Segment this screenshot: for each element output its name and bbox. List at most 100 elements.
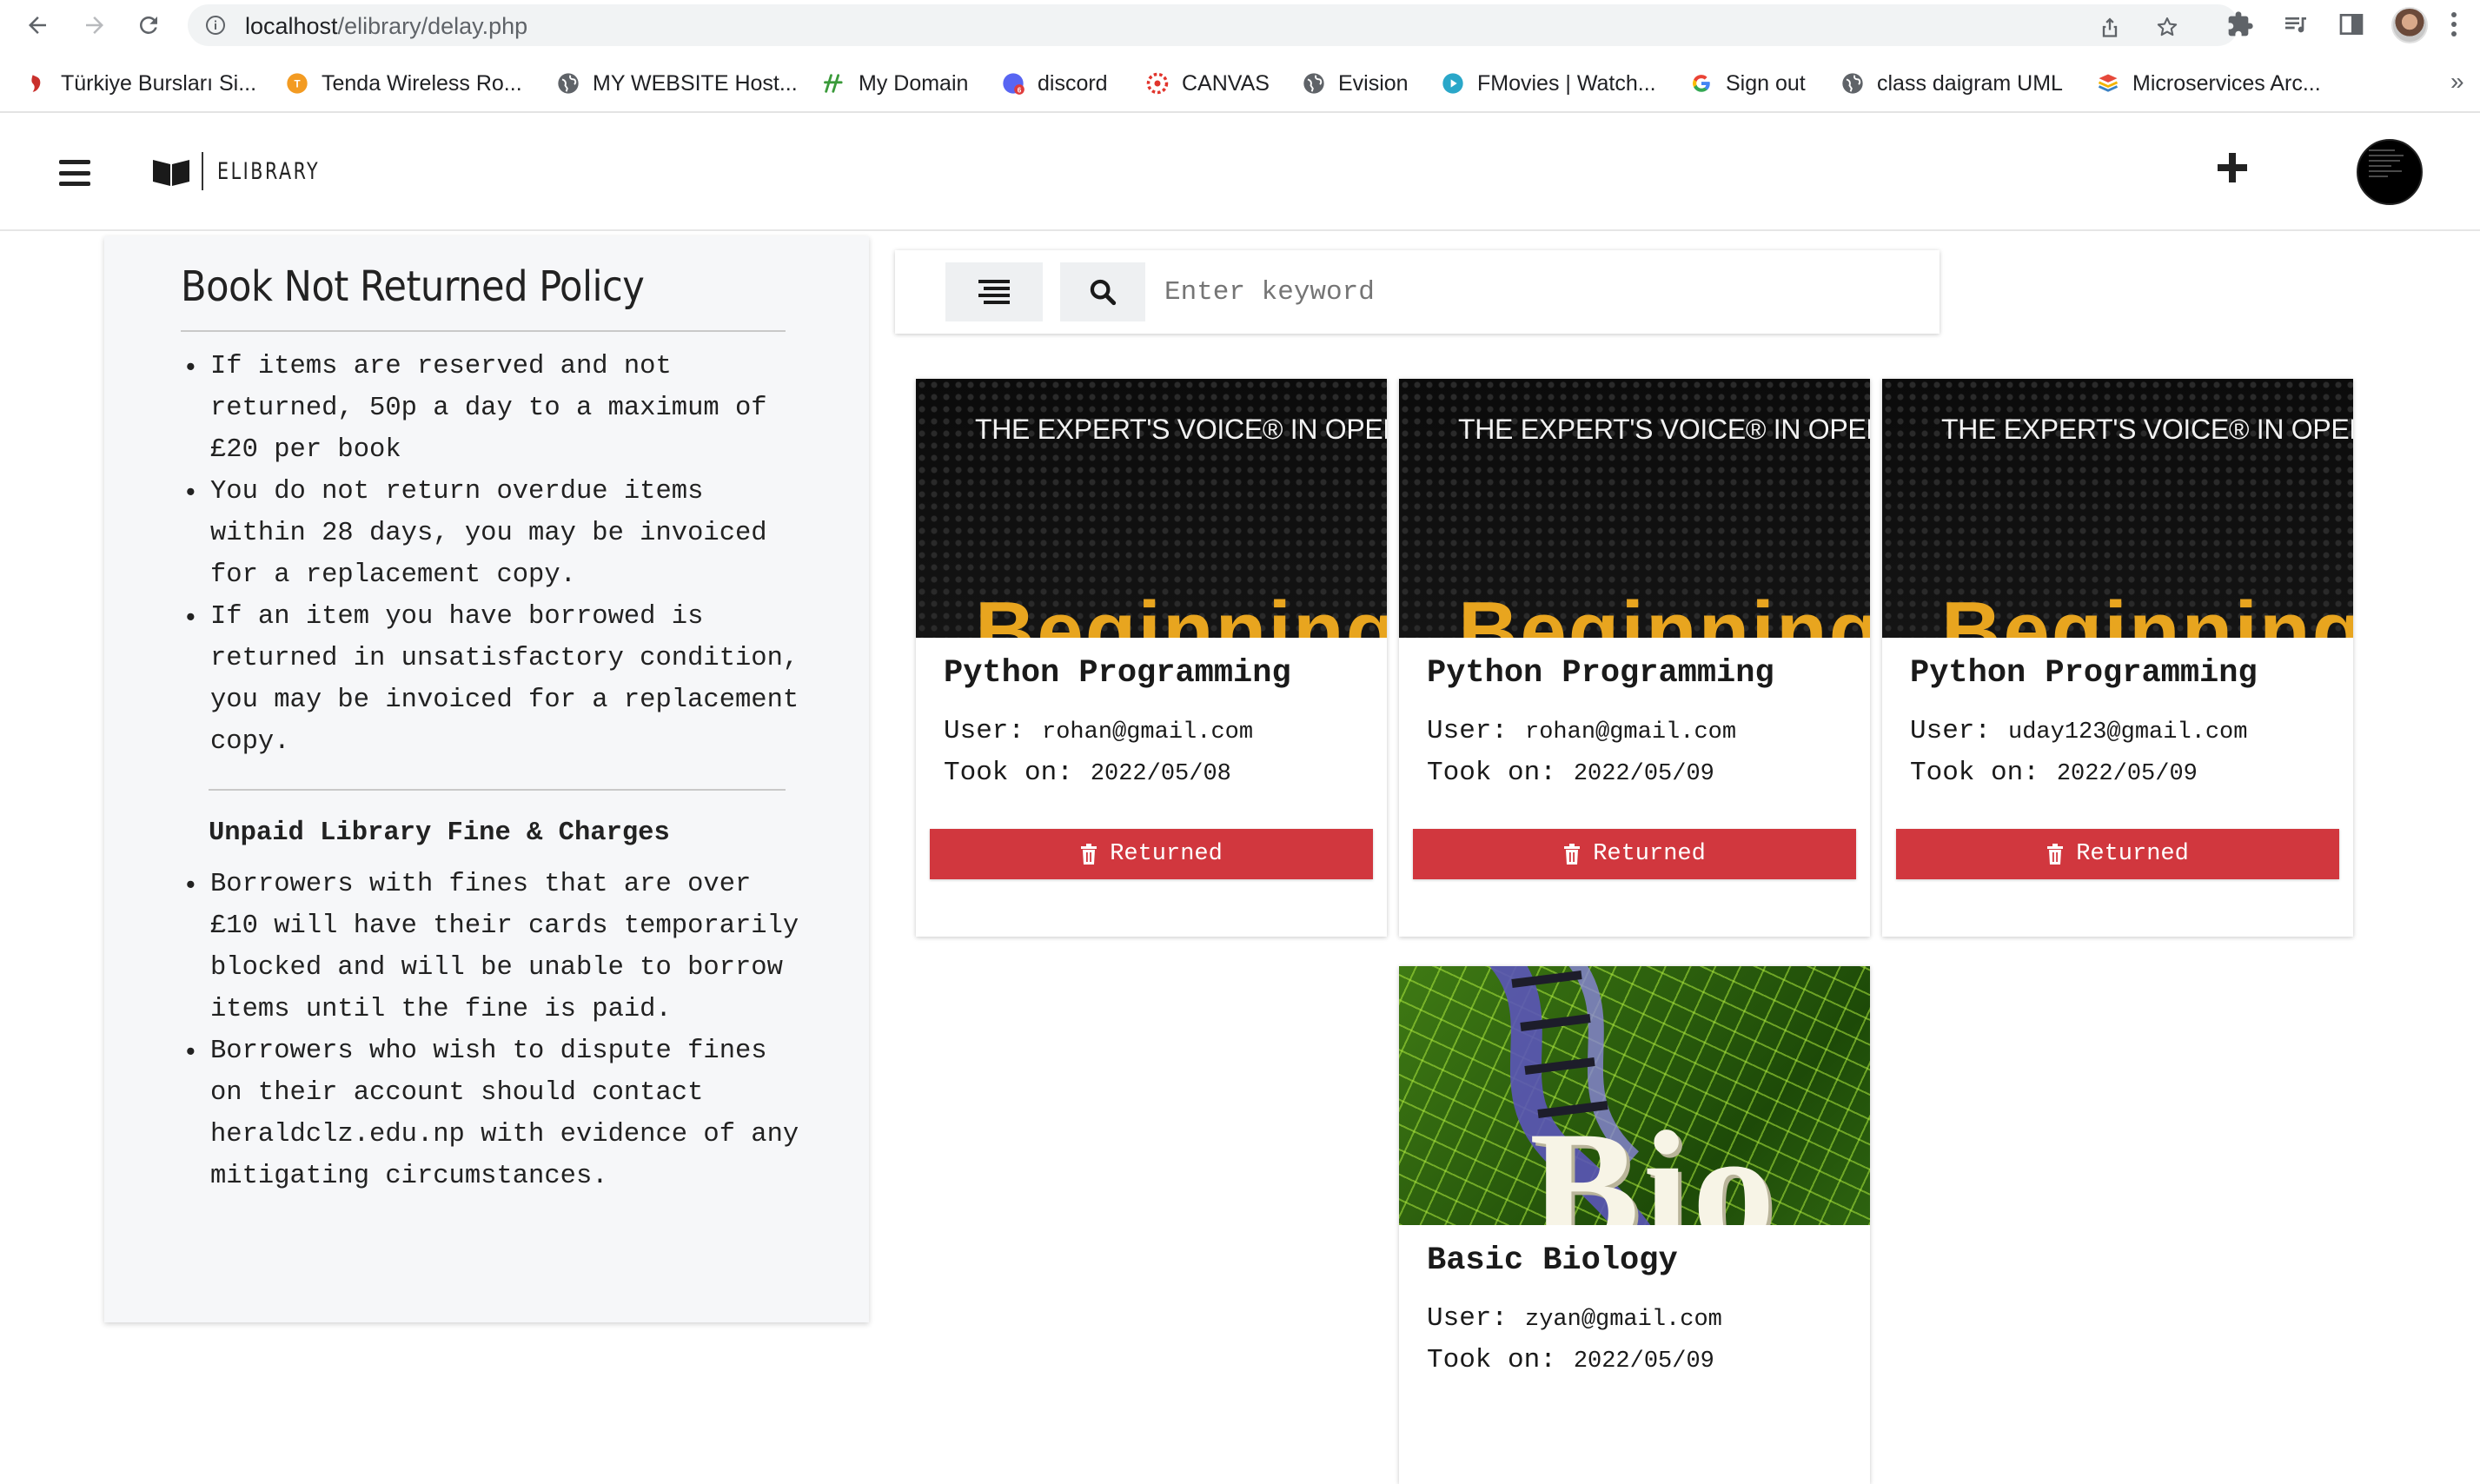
globe-icon (1302, 71, 1326, 96)
hostinger-icon (822, 71, 846, 96)
bookmark-fmovies[interactable]: FMovies | Watch... (1441, 61, 1656, 106)
back-button[interactable] (19, 7, 56, 43)
bookmark-my-website[interactable]: MY WEBSITE Host... (556, 61, 798, 106)
filter-button[interactable] (945, 262, 1043, 321)
reload-button[interactable] (130, 7, 167, 43)
trash-icon (2047, 844, 2064, 865)
browser-toolbar: localhost/elibrary/delay.php (0, 0, 2480, 50)
trash-icon (1081, 844, 1097, 865)
book-card: THE EXPERT'S VOICE® IN OPEN SOURCE Begin… (1399, 379, 1870, 937)
book-cover-image: THE EXPERT'S VOICE® IN OPEN SOURCE Begin… (916, 379, 1387, 638)
bookmark-tenda[interactable]: T Tenda Wireless Ro... (285, 61, 522, 106)
book-user: rohan@gmail.com (1525, 719, 1737, 745)
bookmark-class-diagram[interactable]: class daigram UML (1840, 61, 2063, 106)
fines-list: Borrowers with fines that are over £10 w… (184, 864, 810, 1197)
url-text: localhost/elibrary/delay.php (245, 13, 528, 39)
browser-profile-avatar[interactable] (2391, 7, 2428, 43)
bookmarks-bar: Türkiye Bursları Si... T Tenda Wireless … (0, 61, 2480, 106)
menu-hamburger-icon[interactable] (59, 160, 90, 186)
returned-button[interactable]: Returned (1896, 829, 2339, 879)
policy-item: If items are reserved and not returned, … (184, 346, 810, 471)
policy-title: Book Not Returned Policy (181, 262, 645, 311)
align-lines-icon (978, 280, 1010, 304)
share-icon[interactable] (2098, 15, 2122, 39)
policy-title-divider (181, 330, 786, 332)
search-input[interactable] (1145, 262, 1910, 321)
open-book-icon (153, 160, 189, 186)
book-took-row: Took on: 2022/05/09 (1910, 758, 2198, 788)
search-icon (1090, 279, 1117, 306)
book-user-row: User: rohan@gmail.com (1427, 716, 1737, 746)
app-header: ELIBRARY (0, 113, 2480, 231)
returned-button[interactable]: Returned (930, 829, 1373, 879)
book-title: Basic Biology (1427, 1242, 1678, 1279)
book-took-row: Took on: 2022/05/09 (1427, 758, 1714, 788)
reload-icon (140, 16, 157, 34)
book-took-on: 2022/05/09 (1573, 761, 1714, 787)
svg-text:6: 6 (1018, 87, 1022, 95)
logo-text: ELIBRARY (217, 157, 321, 185)
book-user-row: User: zyan@gmail.com (1427, 1303, 1722, 1334)
book-title: Python Programming (944, 655, 1291, 692)
bookmark-evision[interactable]: Evision (1302, 61, 1409, 106)
trash-icon (1564, 844, 1581, 865)
book-user: uday123@gmail.com (2008, 719, 2248, 745)
fines-heading: Unpaid Library Fine & Charges (209, 818, 670, 848)
more-bookmarks-button[interactable]: » (2450, 68, 2464, 96)
policy-section-divider (209, 789, 786, 791)
play-icon (1441, 71, 1465, 96)
add-book-plus-icon[interactable] (2218, 153, 2247, 182)
info-icon[interactable] (205, 15, 226, 36)
bookmark-canvas[interactable]: CANVAS (1145, 61, 1270, 106)
book-card: Bio Basic Biology User: zyan@gmail.com To… (1399, 966, 1870, 1484)
stack-icon (2096, 71, 2120, 96)
search-button[interactable] (1060, 262, 1145, 321)
book-took-row: Took on: 2022/05/09 (1427, 1345, 1714, 1375)
canvas-icon (1145, 71, 1170, 96)
policy-item: You do not return overdue items within 2… (184, 471, 810, 596)
arrow-left-icon (29, 17, 46, 34)
side-panel-icon[interactable] (2337, 10, 2365, 38)
globe-icon (1840, 71, 1865, 96)
browser-menu-icon[interactable] (2450, 10, 2457, 38)
forward-button[interactable] (76, 7, 113, 43)
bookmark-turkiye-burslari[interactable]: Türkiye Bursları Si... (24, 61, 256, 106)
arrow-right-icon (86, 17, 103, 34)
book-card: THE EXPERT'S VOICE® IN OPEN SOURCE Begin… (916, 379, 1387, 937)
discord-icon: 6 (1001, 71, 1025, 96)
policy-panel: Book Not Returned Policy If items are re… (104, 236, 869, 1322)
star-icon[interactable] (2155, 15, 2179, 39)
user-avatar[interactable] (2357, 139, 2423, 205)
google-icon (1689, 71, 1714, 96)
tenda-icon: T (285, 71, 309, 96)
returned-button[interactable]: Returned (1413, 829, 1856, 879)
book-took-on: 2022/05/09 (1573, 1348, 1714, 1375)
book-took-on: 2022/05/09 (2056, 761, 2198, 787)
book-user: zyan@gmail.com (1525, 1307, 1722, 1333)
bookmark-microservices[interactable]: Microservices Arc... (2096, 61, 2321, 106)
fines-item: Borrowers with fines that are over £10 w… (184, 864, 810, 1030)
elibrary-logo[interactable]: ELIBRARY (153, 151, 338, 191)
book-title: Python Programming (1910, 655, 2258, 692)
book-user: rohan@gmail.com (1042, 719, 1254, 745)
address-bar[interactable]: localhost/elibrary/delay.php (188, 4, 2238, 46)
svg-text:T: T (294, 79, 300, 90)
book-title: Python Programming (1427, 655, 1774, 692)
book-took-row: Took on: 2022/05/08 (944, 758, 1231, 788)
media-control-icon[interactable] (2282, 10, 2310, 38)
fines-item: Borrowers who wish to dispute fines on t… (184, 1030, 810, 1197)
turkiye-burslari-icon (24, 71, 49, 96)
bookmark-discord[interactable]: 6 discord (1001, 61, 1108, 106)
search-bar (895, 250, 1940, 334)
policy-list: If items are reserved and not returned, … (184, 346, 810, 763)
book-user-row: User: uday123@gmail.com (1910, 716, 2248, 746)
book-took-on: 2022/05/08 (1090, 761, 1231, 787)
book-card: THE EXPERT'S VOICE® IN OPEN SOURCE Begin… (1882, 379, 2353, 937)
book-cover-image: THE EXPERT'S VOICE® IN OPEN SOURCE Begin… (1399, 379, 1870, 638)
policy-item: If an item you have borrowed is returned… (184, 596, 810, 763)
bookmark-my-domain[interactable]: My Domain (822, 61, 968, 106)
globe-icon (556, 71, 580, 96)
book-user-row: User: rohan@gmail.com (944, 716, 1254, 746)
bookmark-sign-out[interactable]: Sign out (1689, 61, 1806, 106)
extensions-icon[interactable] (2226, 10, 2254, 38)
